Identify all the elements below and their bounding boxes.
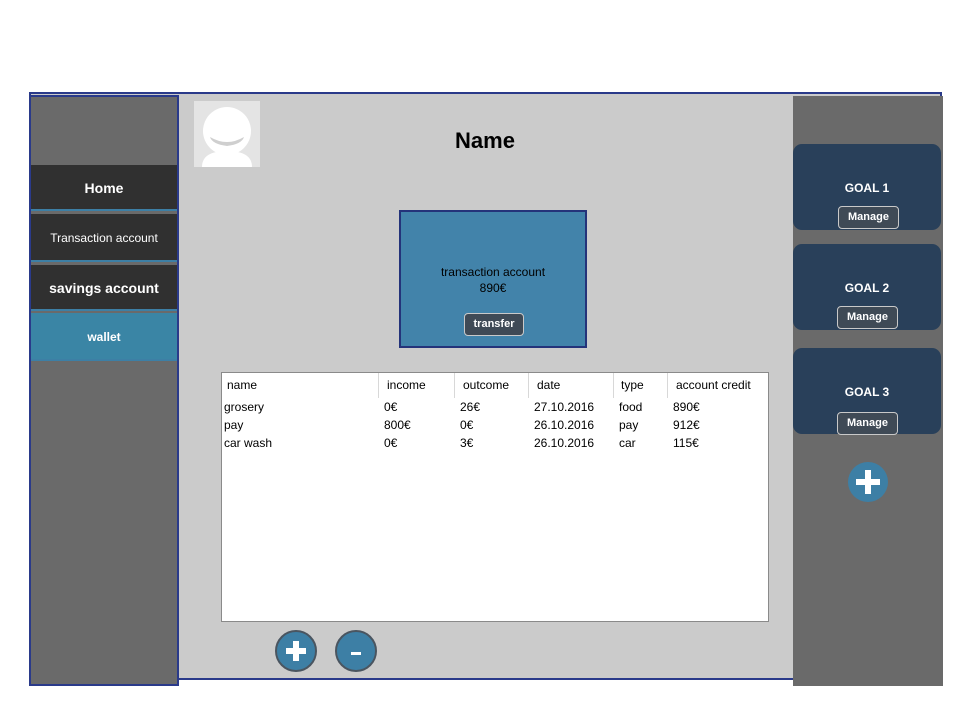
cell-income: 0€ bbox=[384, 400, 398, 414]
cell-outcome: 0€ bbox=[460, 418, 474, 432]
cell-date: 26.10.2016 bbox=[534, 418, 595, 432]
account-label: transaction account bbox=[440, 265, 546, 279]
table-row[interactable]: car wash 0€ 3€ 26.10.2016 car 115€ bbox=[222, 434, 768, 452]
goal-title: GOAL 3 bbox=[844, 385, 890, 399]
table-header-account-credit: account credit bbox=[676, 378, 751, 392]
table-header-name: name bbox=[222, 373, 379, 398]
sidebar: Home Transaction account savings account… bbox=[29, 95, 179, 686]
transfer-button[interactable]: transfer bbox=[464, 313, 524, 336]
cell-type: car bbox=[619, 436, 636, 450]
table-row[interactable]: grosery 0€ 26€ 27.10.2016 food 890€ bbox=[222, 398, 768, 416]
manage-goal-3-button[interactable]: Manage bbox=[837, 412, 898, 435]
sidebar-item-savings-account[interactable]: savings account bbox=[31, 265, 177, 311]
manage-goal-1-button[interactable]: Manage bbox=[838, 206, 899, 229]
page-title: Name bbox=[455, 128, 515, 153]
sidebar-item-home[interactable]: Home bbox=[31, 165, 177, 211]
cell-account-credit: 115€ bbox=[673, 436, 699, 450]
transactions-table: name income outcome date type account cr… bbox=[221, 372, 769, 622]
table-header-type: type bbox=[614, 373, 668, 398]
goal-title: GOAL 2 bbox=[844, 281, 890, 295]
table-row[interactable]: pay 800€ 0€ 26.10.2016 pay 912€ bbox=[222, 416, 768, 434]
user-icon bbox=[202, 107, 252, 167]
table-header-date: date bbox=[529, 373, 614, 398]
cell-name: car wash bbox=[224, 436, 273, 450]
cell-outcome: 26€ bbox=[460, 400, 481, 414]
table-header-income: income bbox=[379, 373, 455, 398]
cell-name: pay bbox=[224, 418, 244, 432]
manage-goal-2-button[interactable]: Manage bbox=[837, 306, 898, 329]
cell-date: 26.10.2016 bbox=[534, 436, 595, 450]
table-header-outcome: outcome bbox=[455, 373, 529, 398]
sidebar-item-transaction-account[interactable]: Transaction account bbox=[31, 214, 177, 262]
cell-outcome: 3€ bbox=[460, 436, 474, 450]
account-balance: 890€ bbox=[479, 281, 507, 295]
cell-income: 800€ bbox=[384, 418, 411, 432]
cell-type: pay bbox=[619, 418, 639, 432]
goal-card-3: GOAL 3 Manage bbox=[793, 348, 941, 435]
sidebar-item-wallet[interactable]: wallet bbox=[31, 313, 177, 361]
cell-account-credit: 912€ bbox=[673, 418, 700, 432]
cell-name: grosery bbox=[224, 400, 265, 414]
avatar bbox=[194, 101, 260, 167]
cell-date: 27.10.2016 bbox=[534, 400, 595, 414]
remove-transaction-button[interactable] bbox=[335, 630, 377, 672]
goal-card-2: GOAL 2 Manage bbox=[793, 244, 941, 330]
transaction-account-card: transaction account 890€ transfer bbox=[399, 210, 587, 348]
goal-card-1: GOAL 1 Manage bbox=[793, 144, 941, 230]
add-transaction-button[interactable] bbox=[275, 630, 317, 672]
add-goal-button[interactable] bbox=[848, 462, 888, 502]
cell-income: 0€ bbox=[384, 436, 398, 450]
goal-title: GOAL 1 bbox=[844, 181, 890, 195]
cell-type: food bbox=[619, 400, 643, 414]
cell-account-credit: 890€ bbox=[673, 400, 700, 414]
